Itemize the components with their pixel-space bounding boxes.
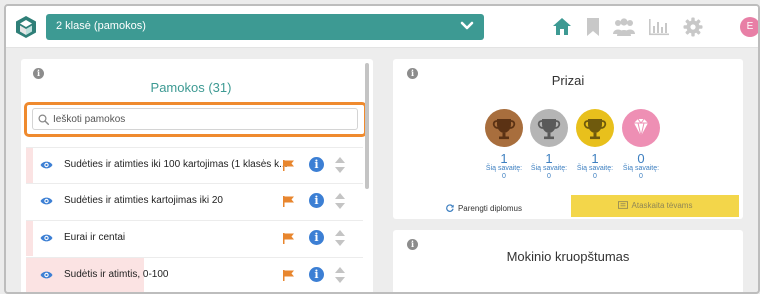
sort-icon[interactable] <box>335 193 345 209</box>
info-icon[interactable]: i <box>309 193 324 208</box>
report-icon <box>617 201 628 209</box>
prepare-diplomas-button[interactable]: Parengti diplomus <box>401 199 567 219</box>
diligence-panel: i Mokinio kruopštumas <box>393 230 743 292</box>
eye-icon[interactable] <box>40 270 53 280</box>
prize-count: 1 <box>591 151 599 166</box>
flag-icon[interactable] <box>283 270 295 281</box>
scrollbar-thumb[interactable] <box>365 63 369 189</box>
prize-week: Šią savaitę: 0 <box>570 165 620 181</box>
flag-icon[interactable] <box>283 160 295 171</box>
parents-report-label: Ataskaita tėvams <box>631 201 693 210</box>
lesson-name: Sudėtis ir atimtis, 0-100 <box>64 269 169 280</box>
sort-icon[interactable] <box>335 267 345 283</box>
search-box <box>32 108 358 130</box>
list-item[interactable]: Sudėtis ir atimtis, 0-100 i <box>26 257 363 292</box>
refresh-icon <box>446 204 454 212</box>
lesson-name: Sudėties ir atimties kartojimas iki 20 <box>64 195 223 206</box>
info-icon[interactable]: i <box>309 230 324 245</box>
search-icon <box>38 114 49 125</box>
progress-fill <box>26 148 33 183</box>
top-bar: 2 klasė (pamokos) E <box>6 6 758 48</box>
prizes-title: Prizai <box>551 73 585 88</box>
list-item[interactable]: Sudėties ir atimties kartojimas iki 20 i <box>26 183 363 219</box>
lessons-title: Pamokos (31) <box>150 80 232 95</box>
prepare-diplomas-label: Parengti diplomus <box>457 204 523 213</box>
diamond-icon <box>622 109 660 147</box>
prize-week: Šią savaitę: 0 <box>616 165 666 181</box>
prize-count: 0 <box>637 151 645 166</box>
lesson-name: Eurai ir centai <box>64 232 126 243</box>
class-select[interactable]: 2 klasė (pamokos) <box>46 14 484 40</box>
silver-trophy-icon <box>530 109 568 147</box>
week-label: Šią savaitę: <box>576 165 614 172</box>
app-window: 2 klasė (pamokos) E i Pamokos (31) Ieško… <box>4 4 760 294</box>
home-icon[interactable] <box>552 17 572 37</box>
prize-count: 1 <box>500 151 508 166</box>
prizes-panel: i Prizai 1 Šią savaitę: 0 1 Šią savaitę:… <box>393 59 743 219</box>
info-icon[interactable]: i <box>309 157 324 172</box>
list-item[interactable]: Sudėties ir atimties iki 100 kartojimas … <box>26 147 363 183</box>
info-icon[interactable]: i <box>309 267 324 282</box>
chevron-down-icon <box>460 21 474 30</box>
search-input[interactable] <box>53 111 353 127</box>
prize-week: Šią savaitę: 0 <box>524 165 574 181</box>
gold-trophy-icon <box>576 109 614 147</box>
week-count: 0 <box>502 173 506 180</box>
week-count: 0 <box>547 173 551 180</box>
flag-icon[interactable] <box>283 196 295 207</box>
week-count: 0 <box>593 173 597 180</box>
week-label: Šią savaitę: <box>485 165 523 172</box>
gear-icon[interactable] <box>683 17 703 37</box>
eye-icon[interactable] <box>40 233 53 243</box>
bookmark-icon[interactable] <box>586 17 600 37</box>
eye-icon[interactable] <box>40 196 53 206</box>
sort-icon[interactable] <box>335 157 345 173</box>
sort-icon[interactable] <box>335 230 345 246</box>
prize-count: 1 <box>545 151 553 166</box>
info-icon[interactable]: i <box>33 68 44 79</box>
chart-icon[interactable] <box>648 17 670 37</box>
prize-week: Šią savaitę: 0 <box>479 165 529 181</box>
logo-icon[interactable] <box>16 16 36 38</box>
search-highlight <box>24 102 367 137</box>
users-icon[interactable] <box>613 17 635 37</box>
lesson-name: Sudėties ir atimties iki 100 kartojimas … <box>64 159 288 170</box>
parents-report-button[interactable]: Ataskaita tėvams <box>571 195 739 217</box>
diligence-title: Mokinio kruopštumas <box>506 249 630 264</box>
bronze-trophy-icon <box>485 109 523 147</box>
progress-fill <box>26 221 33 256</box>
lessons-panel: i Pamokos (31) Sudėties ir atimties iki … <box>21 59 373 292</box>
week-label: Šią savaitę: <box>622 165 660 172</box>
class-select-label: 2 klasė (pamokos) <box>56 20 146 32</box>
week-count: 0 <box>639 173 643 180</box>
list-item[interactable]: Eurai ir centai i <box>26 220 363 256</box>
flag-icon[interactable] <box>283 233 295 244</box>
week-label: Šią savaitę: <box>530 165 568 172</box>
eye-icon[interactable] <box>40 160 53 170</box>
avatar[interactable]: E <box>740 17 758 37</box>
